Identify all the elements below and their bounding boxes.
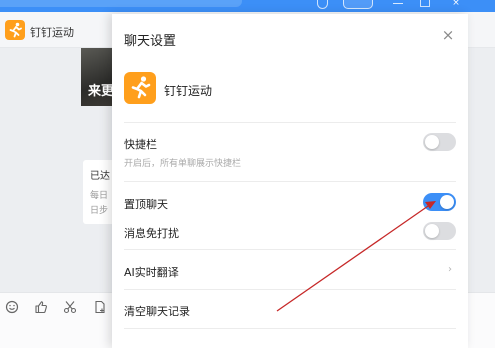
- clock-icon[interactable]: [317, 0, 328, 9]
- photo-message-text: 来更: [88, 84, 115, 99]
- search-bar[interactable]: [0, 0, 242, 7]
- message-line: 每日: [90, 191, 109, 201]
- divider: [124, 122, 456, 123]
- attachment-icon[interactable]: [93, 300, 107, 314]
- app-logo: [124, 72, 156, 104]
- add-button[interactable]: [343, 0, 373, 9]
- row-label-shortcut-bar: 快捷栏: [124, 138, 157, 151]
- chat-avatar[interactable]: [5, 20, 25, 40]
- toggle-knob: [425, 224, 439, 238]
- row-sublabel-shortcut-bar: 开启后，所有单聊展示快捷栏: [124, 159, 242, 169]
- message-line: 日步: [90, 206, 109, 216]
- chat-name: 钉钉运动: [30, 26, 74, 39]
- window-close-button[interactable]: ×: [451, 0, 461, 9]
- app-top-bar: ×: [0, 0, 495, 12]
- divider: [124, 328, 456, 329]
- divider: [124, 289, 456, 290]
- maximize-button[interactable]: [420, 0, 430, 7]
- runner-icon: [131, 76, 151, 99]
- close-icon[interactable]: ×: [440, 27, 456, 43]
- row-label-ai-translate[interactable]: AI实时翻译: [124, 264, 179, 280]
- toggle-knob: [425, 135, 439, 149]
- pin-chat-toggle[interactable]: [423, 193, 456, 211]
- message-title: 已达: [90, 171, 110, 182]
- minimize-button[interactable]: [393, 0, 403, 4]
- chevron-right-icon[interactable]: ›: [448, 264, 452, 275]
- app-name: 钉钉运动: [164, 84, 213, 98]
- runner-icon: [9, 22, 22, 38]
- panel-title: 聊天设置: [124, 34, 177, 49]
- scissors-icon[interactable]: [63, 300, 77, 314]
- do-not-disturb-toggle[interactable]: [423, 222, 456, 240]
- thumbs-up-icon[interactable]: [34, 300, 48, 314]
- clear-chat-history-button[interactable]: 清空聊天记录: [124, 303, 190, 319]
- row-label-pin-chat: 置顶聊天: [124, 198, 168, 211]
- divider: [124, 249, 456, 250]
- row-label-do-not-disturb: 消息免打扰: [124, 227, 179, 240]
- shortcut-bar-toggle[interactable]: [423, 133, 456, 151]
- toggle-knob: [440, 195, 454, 209]
- divider: [124, 181, 456, 182]
- emoji-icon[interactable]: [5, 300, 19, 314]
